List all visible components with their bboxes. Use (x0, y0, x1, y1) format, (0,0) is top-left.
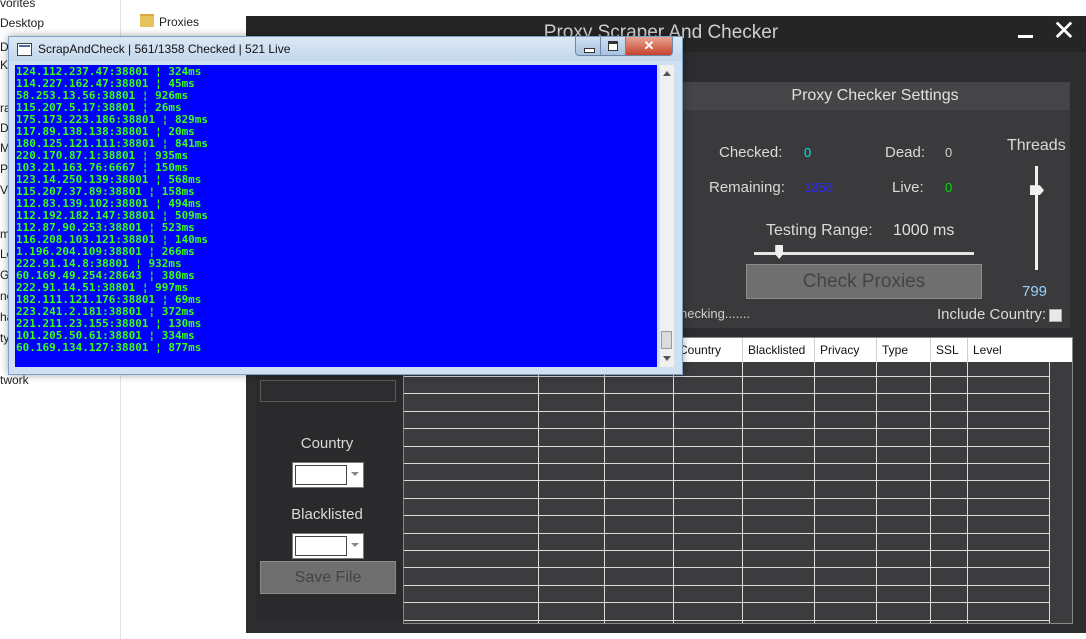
column-header-ssl[interactable]: SSL (930, 338, 967, 362)
grid-column-line (876, 362, 877, 623)
grid-row-line (404, 620, 1049, 621)
blacklisted-filter-value (295, 536, 347, 556)
grid-column-line (604, 362, 605, 623)
testing-range-slider-thumb[interactable] (775, 245, 784, 259)
column-header-level[interactable]: Level (967, 338, 1049, 362)
proxy-results-grid[interactable]: Country Blacklisted Privacy Type SSL Lev… (403, 337, 1073, 624)
country-filter-select[interactable] (292, 462, 364, 488)
settings-header: Proxy Checker Settings (680, 82, 1070, 110)
grid-row-line (404, 393, 1049, 394)
grid-column-line (538, 362, 539, 623)
folder-label: Proxies (159, 15, 200, 29)
grid-row-line (404, 376, 1049, 377)
console-output-text: 124.112.237.47:38801 ¦ 324ms 114.227.162.… (16, 66, 208, 354)
grid-column-line (673, 362, 674, 623)
country-filter-value (295, 465, 347, 485)
grid-row-line (404, 567, 1049, 568)
testing-range-value: 1000 ms (893, 222, 955, 239)
grid-row-line (404, 428, 1049, 429)
grid-row-line (404, 533, 1049, 534)
grid-row-line (404, 463, 1049, 464)
grid-row-line (404, 446, 1049, 447)
column-header-country[interactable]: Country (673, 338, 742, 362)
blacklisted-filter-select[interactable] (292, 533, 364, 559)
folder-icon (140, 14, 154, 27)
grid-body (404, 362, 1072, 623)
console-title: ScrapAndCheck | 561/1358 Checked | 521 L… (38, 42, 291, 56)
minimize-button[interactable] (1016, 24, 1036, 44)
testing-range-slider[interactable] (754, 252, 974, 255)
console-maximize-button[interactable] (600, 37, 626, 56)
grid-row-line (404, 602, 1049, 603)
folder-item-proxies[interactable]: Proxies (140, 14, 199, 29)
threads-slider-thumb[interactable] (1030, 185, 1044, 196)
include-country-label: Include Country: (937, 306, 1047, 323)
search-input[interactable] (260, 380, 396, 402)
grid-column-line (742, 362, 743, 623)
grid-row-line (404, 411, 1049, 412)
column-header-privacy[interactable]: Privacy (814, 338, 876, 362)
scroll-down-arrow-icon[interactable] (663, 356, 671, 361)
scroll-up-arrow-icon[interactable] (663, 71, 671, 76)
checked-label: Checked: (719, 144, 783, 161)
chevron-down-icon (351, 543, 359, 547)
country-filter-label: Country (300, 435, 354, 452)
grid-column-line (967, 362, 968, 623)
proxy-checker-settings-panel: Proxy Checker Settings Checked: 0 Dead: … (680, 82, 1070, 328)
include-country-checkbox[interactable] (1049, 309, 1062, 322)
remaining-value: 1358 (804, 180, 833, 195)
checking-status: hecking....... (680, 306, 751, 321)
grid-column-line (814, 362, 815, 623)
threads-label: Threads (1007, 137, 1066, 154)
grid-row-line (404, 585, 1049, 586)
dead-value: 0 (945, 145, 953, 160)
nav-item[interactable]: Desktop (0, 16, 44, 30)
chevron-down-icon (351, 472, 359, 476)
dead-label: Dead: (885, 144, 926, 161)
live-label: Live: (892, 179, 924, 196)
grid-column-line (1049, 362, 1050, 623)
console-scrollbar[interactable] (659, 65, 674, 367)
console-close-button[interactable]: ✕ (625, 37, 673, 56)
grid-row-line (404, 498, 1049, 499)
save-file-button[interactable]: Save File (260, 561, 396, 594)
check-proxies-button[interactable]: Check Proxies (746, 264, 982, 299)
nav-item[interactable]: twork (0, 373, 29, 387)
testing-range-label: Testing Range: (766, 222, 873, 239)
checked-value: 0 (804, 145, 812, 160)
console-minimize-button[interactable] (575, 37, 601, 56)
console-line: 60.169.134.127:38801 ¦ 877ms (16, 341, 202, 354)
remaining-label: Remaining: (709, 179, 785, 196)
column-header-blacklisted[interactable]: Blacklisted (742, 338, 814, 362)
scrollbar-thumb[interactable] (661, 331, 672, 349)
filters-panel: Country Blacklisted Save File (256, 372, 403, 621)
grid-row-line (404, 515, 1049, 516)
console-output-area[interactable]: 124.112.237.47:38801 ¦ 324ms 114.227.162.… (15, 65, 657, 367)
grid-row-line (404, 480, 1049, 481)
threads-slider[interactable] (1035, 166, 1038, 270)
close-button[interactable]: ✕ (1052, 17, 1076, 45)
console-app-icon (17, 43, 32, 56)
nav-item[interactable]: vorites (0, 0, 35, 10)
blacklisted-filter-label: Blacklisted (291, 506, 363, 523)
grid-row-line (404, 550, 1049, 551)
console-window: ScrapAndCheck | 561/1358 Checked | 521 L… (8, 36, 683, 375)
grid-column-line (930, 362, 931, 623)
column-header-type[interactable]: Type (876, 338, 930, 362)
threads-value: 799 (1022, 283, 1048, 300)
live-value: 0 (945, 180, 953, 195)
